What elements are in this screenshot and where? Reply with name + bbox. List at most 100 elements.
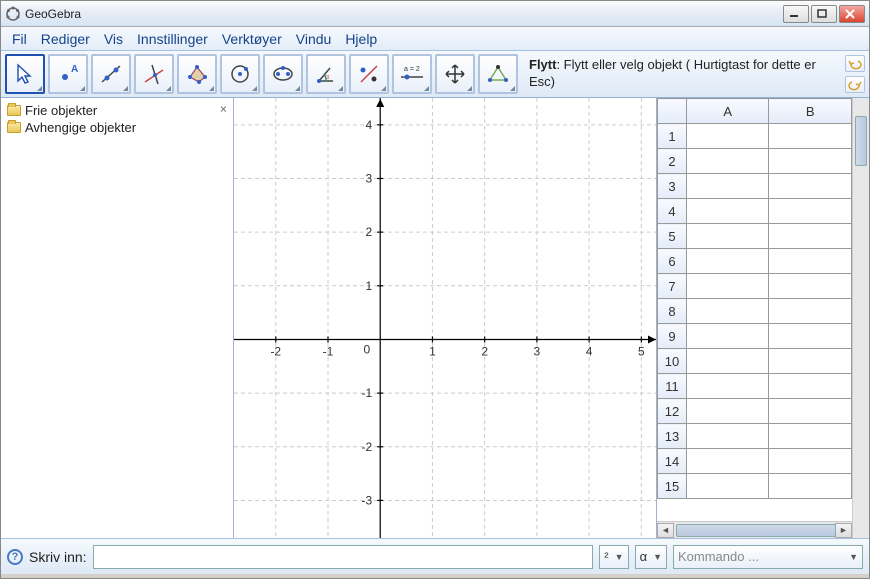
- tool-polygon[interactable]: [177, 54, 217, 94]
- cell[interactable]: [769, 474, 852, 499]
- tool-pan[interactable]: [435, 54, 475, 94]
- cell[interactable]: [769, 124, 852, 149]
- vscroll-thumb[interactable]: [855, 116, 867, 166]
- menu-view[interactable]: Vis: [97, 29, 130, 49]
- line-icon: [99, 62, 123, 86]
- hscroll-thumb[interactable]: [676, 524, 836, 537]
- cell[interactable]: [769, 449, 852, 474]
- exponent-selector[interactable]: ²▼: [599, 545, 628, 569]
- svg-text:a = 2: a = 2: [404, 66, 420, 73]
- graphics-view[interactable]: -2-1012345-3-2-11234: [234, 98, 657, 538]
- row-header[interactable]: 5: [658, 224, 687, 249]
- cell[interactable]: [686, 424, 769, 449]
- cell[interactable]: [686, 374, 769, 399]
- cell[interactable]: [769, 224, 852, 249]
- row-header[interactable]: 7: [658, 274, 687, 299]
- tool-reflect[interactable]: [349, 54, 389, 94]
- cell[interactable]: [686, 299, 769, 324]
- col-header[interactable]: B: [769, 99, 852, 124]
- titlebar: GeoGebra: [1, 1, 869, 27]
- cell[interactable]: [686, 199, 769, 224]
- cell[interactable]: [769, 174, 852, 199]
- row-header[interactable]: 15: [658, 474, 687, 499]
- redo-button[interactable]: [845, 76, 865, 93]
- menu-help[interactable]: Hjelp: [338, 29, 384, 49]
- cursor-icon: [13, 62, 37, 86]
- cell[interactable]: [769, 149, 852, 174]
- menu-settings[interactable]: Innstillinger: [130, 29, 215, 49]
- close-button[interactable]: [839, 5, 865, 23]
- cell[interactable]: [686, 324, 769, 349]
- cell[interactable]: [686, 399, 769, 424]
- cell[interactable]: [769, 399, 852, 424]
- maximize-button[interactable]: [811, 5, 837, 23]
- row-header[interactable]: 11: [658, 374, 687, 399]
- help-icon[interactable]: ?: [7, 549, 23, 565]
- row-header[interactable]: 10: [658, 349, 687, 374]
- row-header[interactable]: 3: [658, 174, 687, 199]
- svg-text:-2: -2: [270, 344, 281, 358]
- tool-line[interactable]: [91, 54, 131, 94]
- cell[interactable]: [686, 224, 769, 249]
- cell[interactable]: [686, 274, 769, 299]
- menu-edit[interactable]: Rediger: [34, 29, 97, 49]
- svg-text:0: 0: [364, 342, 371, 356]
- menu-window[interactable]: Vindu: [289, 29, 339, 49]
- cell[interactable]: [769, 199, 852, 224]
- svg-text:4: 4: [586, 344, 593, 358]
- tree-free-objects[interactable]: Frie objekter: [5, 102, 229, 119]
- cell[interactable]: [769, 349, 852, 374]
- tree-dependent-objects[interactable]: Avhengige objekter: [5, 119, 229, 136]
- input-field[interactable]: [93, 545, 594, 569]
- row-header[interactable]: 1: [658, 124, 687, 149]
- tool-custom[interactable]: [478, 54, 518, 94]
- window-title: GeoGebra: [25, 7, 783, 21]
- circle-icon: [228, 62, 252, 86]
- cell[interactable]: [686, 449, 769, 474]
- tool-slider[interactable]: a = 2: [392, 54, 432, 94]
- row-header[interactable]: 6: [658, 249, 687, 274]
- tool-ellipse[interactable]: [263, 54, 303, 94]
- row-header[interactable]: 14: [658, 449, 687, 474]
- tool-move[interactable]: [5, 54, 45, 94]
- cell[interactable]: [686, 174, 769, 199]
- undo-button[interactable]: [845, 55, 865, 72]
- spreadsheet-hscrollbar[interactable]: ◄ ►: [657, 521, 852, 538]
- menu-file[interactable]: Fil: [5, 29, 34, 49]
- scroll-right-arrow[interactable]: ►: [835, 523, 852, 538]
- cell[interactable]: [769, 249, 852, 274]
- command-selector[interactable]: Kommando ...▼: [673, 545, 863, 569]
- row-header[interactable]: 9: [658, 324, 687, 349]
- cell[interactable]: [686, 124, 769, 149]
- tool-angle[interactable]: α: [306, 54, 346, 94]
- menu-tools[interactable]: Verktøyer: [215, 29, 289, 49]
- cell[interactable]: [686, 474, 769, 499]
- cell[interactable]: [769, 374, 852, 399]
- row-header[interactable]: 4: [658, 199, 687, 224]
- spreadsheet-table[interactable]: AB123456789101112131415: [657, 98, 852, 499]
- scroll-left-arrow[interactable]: ◄: [657, 523, 674, 538]
- spreadsheet-vscrollbar[interactable]: [852, 98, 869, 538]
- row-header[interactable]: 12: [658, 399, 687, 424]
- cell[interactable]: [769, 324, 852, 349]
- cell[interactable]: [686, 249, 769, 274]
- svg-text:α: α: [325, 74, 329, 81]
- cell[interactable]: [769, 299, 852, 324]
- row-header[interactable]: 8: [658, 299, 687, 324]
- row-header[interactable]: 2: [658, 149, 687, 174]
- dependent-objects-label: Avhengige objekter: [25, 120, 136, 135]
- alpha-selector[interactable]: α▼: [635, 545, 667, 569]
- row-header[interactable]: 13: [658, 424, 687, 449]
- cell[interactable]: [686, 349, 769, 374]
- cell[interactable]: [769, 424, 852, 449]
- minimize-button[interactable]: [783, 5, 809, 23]
- algebra-close-button[interactable]: ×: [220, 102, 227, 116]
- polygon-icon: [185, 62, 209, 86]
- tool-point[interactable]: A: [48, 54, 88, 94]
- toolbar: A α a = 2 Flytt: Flytt eller velg objekt…: [1, 51, 869, 98]
- cell[interactable]: [769, 274, 852, 299]
- tool-circle[interactable]: [220, 54, 260, 94]
- tool-perpendicular[interactable]: [134, 54, 174, 94]
- col-header[interactable]: A: [686, 99, 769, 124]
- cell[interactable]: [686, 149, 769, 174]
